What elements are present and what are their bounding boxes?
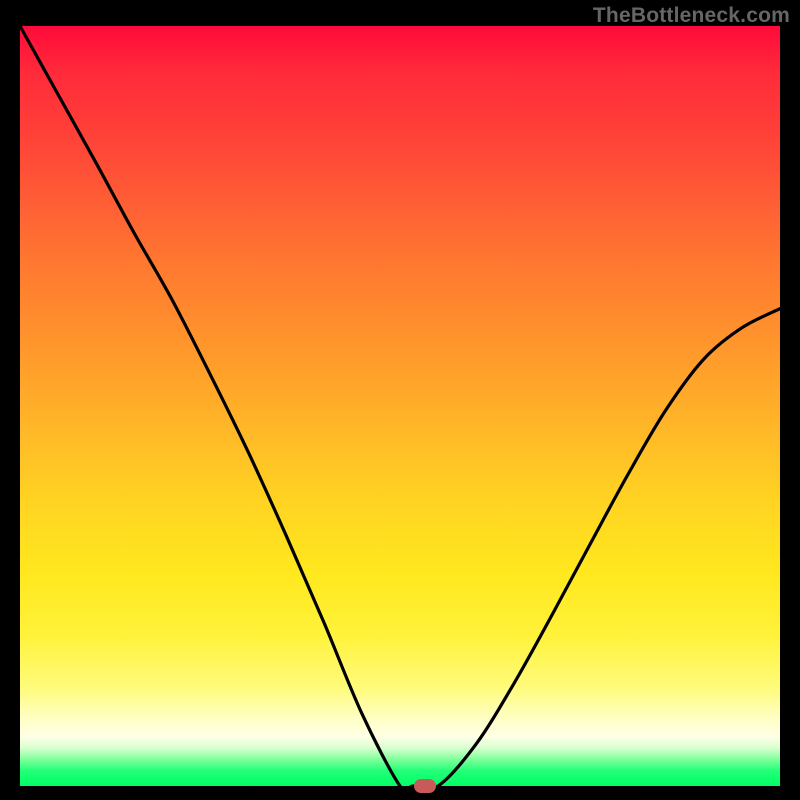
bottleneck-marker bbox=[414, 779, 436, 793]
bottleneck-curve bbox=[20, 26, 780, 791]
watermark-label: TheBottleneck.com bbox=[593, 4, 790, 28]
curve-svg bbox=[20, 26, 780, 786]
chart-frame: TheBottleneck.com bbox=[0, 0, 800, 800]
plot-area bbox=[20, 26, 780, 786]
